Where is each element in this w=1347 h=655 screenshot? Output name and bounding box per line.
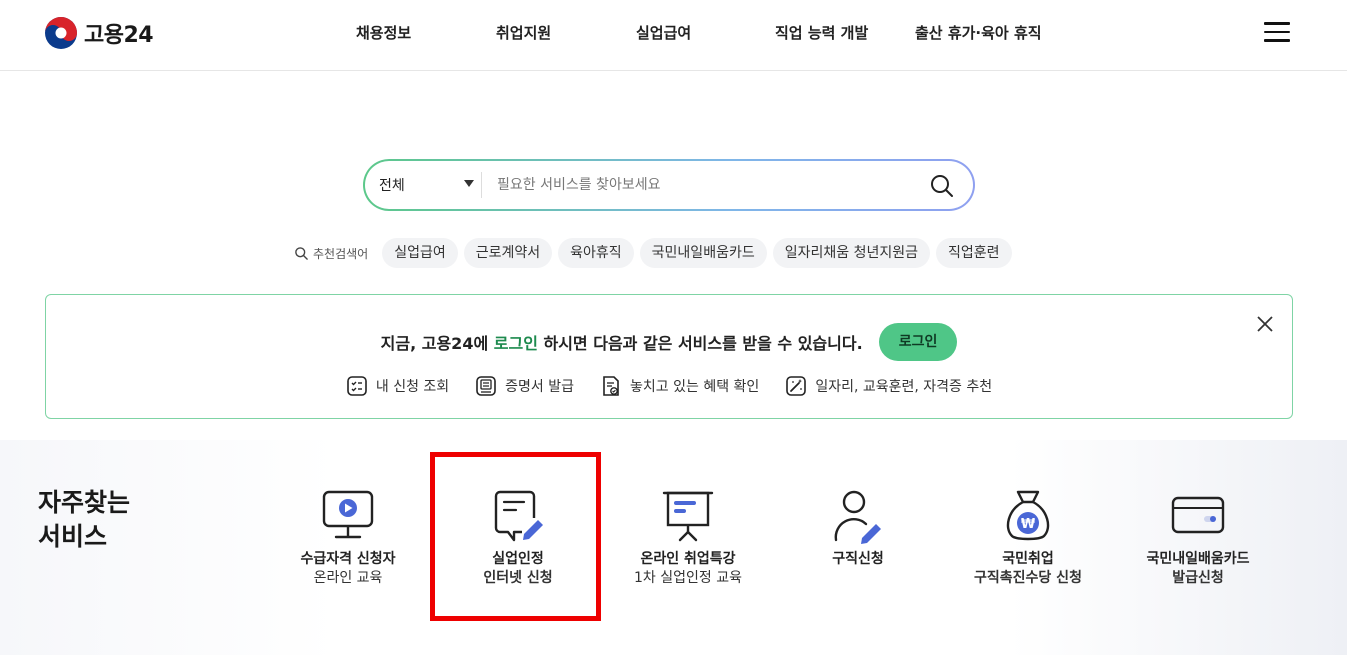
recommended-label-text: 추천검색어 bbox=[313, 246, 369, 261]
search-bar: 전체 bbox=[363, 159, 975, 211]
banner-login-link[interactable]: 로그인 bbox=[494, 334, 538, 353]
search-divider bbox=[481, 172, 482, 198]
keyword-chip[interactable]: 직업훈련 bbox=[935, 238, 1012, 268]
service-line2: 온라인 교육 bbox=[313, 570, 383, 586]
money-bag-icon: ₩ bbox=[1006, 490, 1050, 541]
presentation-board-icon bbox=[662, 491, 714, 542]
banner-text-prefix: 지금, 고용24에 bbox=[380, 334, 494, 353]
link-recommendations[interactable]: 일자리, 교육훈련, 자격증 추천 bbox=[785, 375, 992, 397]
service-line2: 1차 실업인정 교육 bbox=[634, 570, 742, 586]
login-promo-banner: 지금, 고용24에 로그인 하시면 다음과 같은 서비스를 받을 수 있습니다.… bbox=[45, 294, 1293, 419]
keyword-chip[interactable]: 육아휴직 bbox=[558, 238, 634, 268]
banner-service-links: 내 신청 조회 증명서 발급 놓치고 있는 혜택 확인 일자리, 교육훈련, 자… bbox=[46, 375, 1292, 397]
certificate-icon bbox=[476, 376, 496, 396]
nav-item-skill-development[interactable]: 직업 능력 개발 bbox=[775, 22, 868, 43]
keyword-chip[interactable]: 실업급여 bbox=[382, 238, 458, 268]
banner-text: 지금, 고용24에 로그인 하시면 다음과 같은 서비스를 받을 수 있습니다. bbox=[381, 330, 863, 354]
search-icon[interactable] bbox=[930, 174, 954, 198]
logo-text: 고용24 bbox=[84, 23, 154, 48]
nav-item-employment-support[interactable]: 취업지원 bbox=[496, 22, 551, 43]
caret-down-icon bbox=[464, 180, 474, 187]
service-line2: 구직촉진수당 신청 bbox=[974, 570, 1082, 586]
site-header: 고용24 채용정보 취업지원 실업급여 직업 능력 개발 출산 휴가·육아 휴직 bbox=[0, 0, 1347, 71]
search-small-icon bbox=[295, 246, 308, 260]
banner-message: 지금, 고용24에 로그인 하시면 다음과 같은 서비스를 받을 수 있습니다.… bbox=[46, 323, 1292, 361]
svg-text:₩: ₩ bbox=[1021, 517, 1036, 532]
link-label: 놓치고 있는 혜택 확인 bbox=[630, 379, 760, 395]
link-label: 내 신청 조회 bbox=[375, 379, 450, 395]
site-logo[interactable]: 고용24 bbox=[44, 16, 154, 50]
service-line1: 구직신청 bbox=[832, 551, 884, 567]
close-icon[interactable] bbox=[1256, 315, 1274, 333]
service-job-seeking-allowance[interactable]: ₩ 국민취업 구직촉진수당 신청 bbox=[948, 488, 1108, 588]
benefit-check-icon bbox=[603, 376, 619, 396]
banner-text-suffix: 하시면 다음과 같은 서비스를 받을 수 있습니다. bbox=[537, 334, 863, 353]
checklist-icon bbox=[347, 376, 367, 396]
services-title: 자주찾는 서비스 bbox=[38, 486, 130, 554]
nav-item-unemployment-benefit[interactable]: 실업급여 bbox=[636, 22, 691, 43]
document-pen-icon bbox=[494, 490, 543, 542]
recommended-keywords: 추천검색어 실업급여 근로계약서 육아휴직 국민내일배움카드 일자리채움 청년지… bbox=[294, 238, 1018, 268]
service-line1: 국민내일배움카드 bbox=[1146, 551, 1250, 567]
services-title-line2: 서비스 bbox=[38, 522, 108, 551]
service-line1: 실업인정 bbox=[492, 551, 544, 567]
service-online-education[interactable]: 수급자격 신청자 온라인 교육 bbox=[268, 488, 428, 588]
service-job-application[interactable]: 구직신청 bbox=[778, 488, 938, 569]
link-label: 일자리, 교육훈련, 자격증 추천 bbox=[815, 379, 993, 395]
nav-item-parental-leave[interactable]: 출산 휴가·육아 휴직 bbox=[915, 22, 1042, 43]
search-input[interactable] bbox=[497, 171, 917, 199]
search-bar-inner: 전체 bbox=[365, 161, 973, 209]
search-category-value: 전체 bbox=[379, 178, 405, 194]
service-learning-card[interactable]: 국민내일배움카드 발급신청 bbox=[1118, 488, 1278, 588]
search-category-select[interactable]: 전체 bbox=[379, 175, 474, 195]
services-title-line1: 자주찾는 bbox=[38, 488, 131, 517]
link-my-applications[interactable]: 내 신청 조회 bbox=[346, 375, 449, 397]
hamburger-menu-icon[interactable] bbox=[1264, 22, 1290, 44]
service-line1: 국민취업 bbox=[1002, 551, 1054, 567]
card-icon bbox=[1171, 496, 1225, 534]
link-label: 증명서 발급 bbox=[505, 379, 575, 395]
keyword-chip[interactable]: 일자리채움 청년지원금 bbox=[772, 238, 930, 268]
service-line2: 인터넷 신청 bbox=[483, 570, 553, 586]
taegeuk-logo-icon bbox=[45, 17, 77, 49]
service-line2: 발급신청 bbox=[1172, 570, 1224, 586]
link-missed-benefits[interactable]: 놓치고 있는 혜택 확인 bbox=[600, 375, 759, 397]
service-line1: 온라인 취업특강 bbox=[640, 551, 736, 567]
person-pen-icon bbox=[834, 490, 881, 544]
keyword-chip[interactable]: 근로계약서 bbox=[463, 238, 553, 268]
service-line1: 수급자격 신청자 bbox=[300, 551, 396, 567]
keyword-chip[interactable]: 국민내일배움카드 bbox=[639, 238, 767, 268]
service-online-job-lecture[interactable]: 온라인 취업특강 1차 실업인정 교육 bbox=[608, 488, 768, 588]
monitor-play-icon bbox=[322, 490, 374, 539]
service-unemployment-recognition[interactable]: 실업인정 인터넷 신청 bbox=[438, 488, 598, 588]
recommended-label: 추천검색어 bbox=[294, 245, 368, 262]
magic-wand-icon bbox=[786, 376, 807, 396]
link-certificate-issue[interactable]: 증명서 발급 bbox=[475, 375, 574, 397]
nav-item-jobs[interactable]: 채용정보 bbox=[356, 22, 411, 43]
login-button[interactable]: 로그인 bbox=[878, 323, 958, 361]
